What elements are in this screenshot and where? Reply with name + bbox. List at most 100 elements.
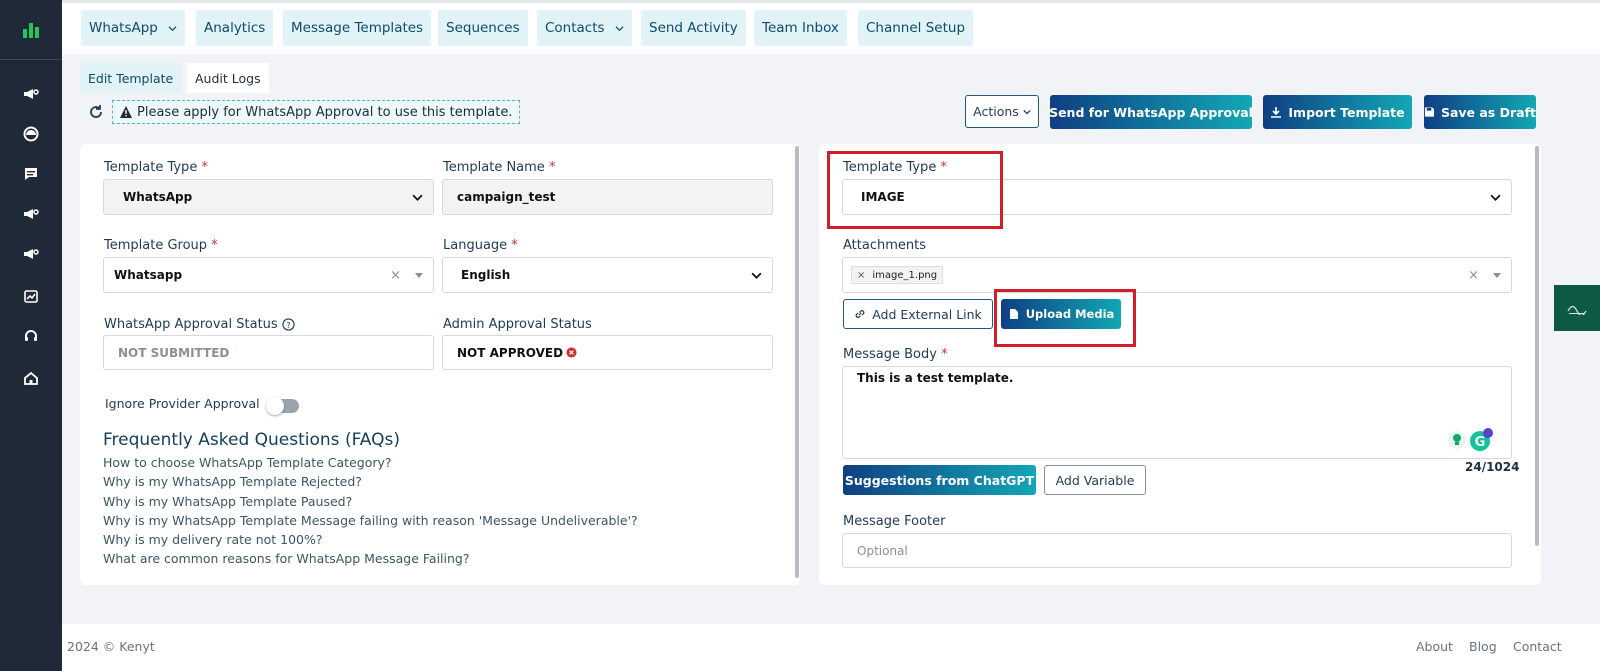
faq-link[interactable]: Why is my delivery rate not 100%?: [103, 532, 323, 547]
language-select[interactable]: English: [442, 257, 773, 293]
nav-team-inbox[interactable]: Team Inbox: [754, 10, 847, 46]
toggle-knob: [266, 397, 284, 415]
chevron-down-icon: [1490, 194, 1501, 201]
add-external-link-button[interactable]: Add External Link: [843, 299, 993, 329]
nav-send-activity[interactable]: Send Activity: [641, 10, 746, 46]
character-counter: 24/1024: [1465, 460, 1520, 474]
page-footer: 2024 © Kenyt About Blog Contact: [62, 624, 1600, 671]
chip-label: image_1.png: [872, 269, 938, 281]
caret-down-icon[interactable]: [1493, 273, 1501, 278]
copyright: 2024 © Kenyt: [67, 639, 155, 654]
admin-status-field: NOT APPROVED: [442, 335, 773, 370]
template-type-label: Template Type *: [104, 160, 208, 175]
highlight-box: [994, 289, 1136, 347]
chevron-down-icon: [615, 25, 624, 31]
faq-link[interactable]: Why is my WhatsApp Template Paused?: [103, 494, 352, 509]
nav-channel-setup[interactable]: Channel Setup: [858, 10, 974, 46]
nav-sequences[interactable]: Sequences: [438, 10, 528, 46]
import-template-button[interactable]: Import Template: [1263, 95, 1412, 129]
grammarly-icon[interactable]: G: [1469, 428, 1493, 452]
wa-status-label: WhatsApp Approval Status ?: [104, 317, 295, 332]
faq-link[interactable]: Why is my WhatsApp Template Rejected?: [103, 474, 362, 489]
error-circle-icon: [566, 347, 577, 358]
footer-contact-link[interactable]: Contact: [1513, 639, 1562, 654]
footer-about-link[interactable]: About: [1416, 639, 1453, 654]
tab-audit-logs[interactable]: Audit Logs: [187, 63, 269, 93]
attachments-label: Attachments: [843, 238, 926, 253]
nav-label: WhatsApp: [89, 20, 158, 36]
send-approval-button[interactable]: Send for WhatsApp Approval: [1049, 95, 1253, 129]
help-circle-icon[interactable]: ?: [282, 318, 295, 331]
svg-text:?: ?: [286, 320, 290, 330]
right-scrollbar[interactable]: [1535, 146, 1539, 546]
sidebar-item-campaigns[interactable]: [0, 80, 62, 108]
left-scrollbar[interactable]: [795, 146, 799, 578]
gauge-icon: [23, 126, 39, 142]
download-icon: [1271, 107, 1282, 118]
sidebar-item-home[interactable]: [0, 364, 62, 392]
nav-whatsapp[interactable]: WhatsApp: [81, 10, 185, 46]
tab-edit-template[interactable]: Edit Template: [80, 63, 182, 93]
approval-alert: Please apply for WhatsApp Approval to us…: [112, 100, 520, 124]
remove-chip-icon[interactable]: ×: [857, 270, 865, 281]
suggestions-label: Suggestions from ChatGPT: [844, 472, 1035, 488]
sidebar: [0, 0, 62, 671]
chevron-down-icon: [168, 25, 177, 31]
sidebar-item-announcements[interactable]: [0, 240, 62, 268]
attachments-select[interactable]: × image_1.png ×: [842, 257, 1512, 293]
nav-contacts[interactable]: Contacts: [537, 10, 632, 46]
svg-text:G: G: [1475, 435, 1486, 450]
sidebar-item-reports[interactable]: [0, 282, 62, 310]
sidebar-item-support[interactable]: [0, 322, 62, 350]
nav-label: Contacts: [545, 20, 605, 36]
add-variable-button[interactable]: Add Variable: [1044, 465, 1146, 495]
language-value: English: [461, 268, 511, 282]
chevron-down-icon: [412, 194, 423, 201]
sidebar-item-chat[interactable]: [0, 160, 62, 188]
nav-analytics[interactable]: Analytics: [196, 10, 274, 46]
headset-icon: [25, 330, 37, 341]
message-body-textarea[interactable]: This is a test template.: [842, 366, 1512, 459]
faq-title: Frequently Asked Questions (FAQs): [103, 430, 400, 450]
refresh-icon[interactable]: [88, 104, 104, 120]
wa-status-value: NOT SUBMITTED: [118, 345, 230, 360]
wa-status-field: NOT SUBMITTED: [103, 335, 434, 370]
sidebar-item-broadcast[interactable]: [0, 200, 62, 228]
template-group-label: Template Group *: [104, 238, 218, 253]
chat-icon: [25, 168, 37, 180]
side-widget[interactable]: [1554, 285, 1600, 331]
template-type-value: WhatsApp: [123, 190, 193, 204]
nav-message-templates[interactable]: Message Templates: [283, 10, 432, 46]
footer-placeholder: Optional: [857, 543, 908, 558]
megaphone-icon: [24, 89, 39, 99]
footer-blog-link[interactable]: Blog: [1469, 639, 1497, 654]
save-draft-label: Save as Draft: [1440, 104, 1536, 120]
caret-down-icon[interactable]: [415, 273, 423, 278]
message-footer-input[interactable]: Optional: [842, 533, 1512, 568]
template-group-select[interactable]: Whatsapp ×: [103, 257, 434, 293]
ignore-provider-toggle[interactable]: [266, 397, 299, 415]
faq-link[interactable]: How to choose WhatsApp Template Category…: [103, 455, 392, 470]
faq-link[interactable]: Why is my WhatsApp Template Message fail…: [103, 513, 638, 528]
template-type-select[interactable]: WhatsApp: [103, 179, 434, 215]
lightbulb-icon[interactable]: [1447, 430, 1467, 450]
add-variable-label: Add Variable: [1055, 472, 1135, 488]
template-name-input[interactable]: campaign_test: [442, 179, 773, 215]
message-body-label: Message Body *: [843, 347, 948, 362]
app-logo[interactable]: [0, 0, 62, 60]
save-draft-button[interactable]: Save as Draft: [1424, 95, 1536, 129]
message-body-value: This is a test template.: [857, 371, 1014, 385]
chart-report-icon: [24, 290, 38, 303]
clear-icon[interactable]: ×: [1468, 268, 1479, 283]
clear-icon[interactable]: ×: [390, 268, 401, 283]
chevron-down-icon: [751, 272, 762, 279]
nav-label: Team Inbox: [762, 20, 839, 36]
actions-button[interactable]: Actions: [965, 95, 1039, 128]
sidebar-item-dashboard[interactable]: [0, 120, 62, 148]
nav-label: Send Activity: [649, 20, 738, 36]
template-name-value: campaign_test: [457, 190, 556, 204]
top-nav: WhatsApp Analytics Message Templates Seq…: [62, 0, 1600, 54]
faq-link[interactable]: What are common reasons for WhatsApp Mes…: [103, 551, 470, 566]
chatgpt-suggestions-button[interactable]: Suggestions from ChatGPT: [843, 465, 1036, 495]
grammarly-badge-count: 1: [1494, 428, 1500, 437]
